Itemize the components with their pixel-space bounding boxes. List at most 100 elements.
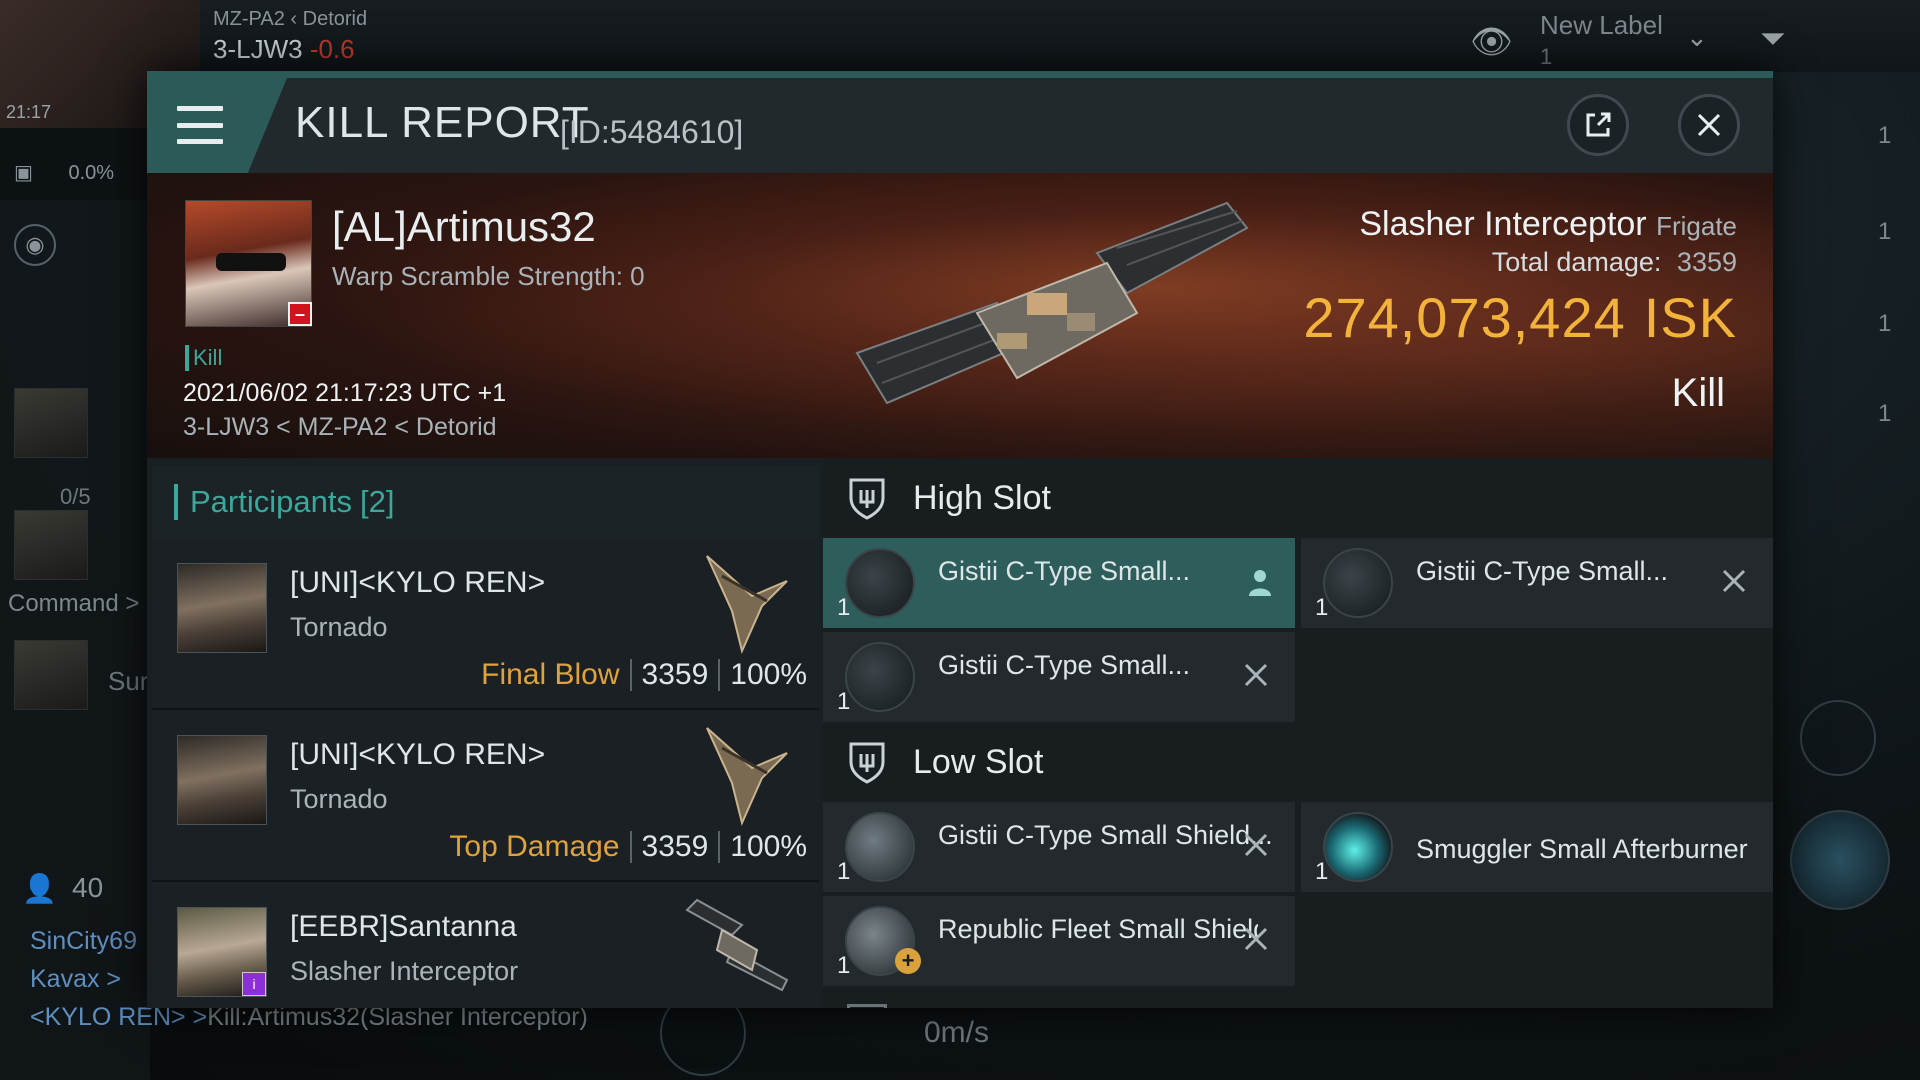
participant-role: Top Damage	[449, 830, 620, 863]
module-quantity: 1	[837, 858, 851, 885]
module-quantity: 1	[1315, 858, 1329, 885]
truncated-label: Sur	[108, 666, 149, 696]
participant-ship: Tornado	[290, 784, 388, 814]
participants-panel[interactable]: Participants [2] [UNI]<KYLO REN> Tornado…	[152, 466, 819, 1008]
participant-avatar[interactable]	[177, 735, 267, 825]
tornado-ship-icon	[706, 555, 788, 655]
turret-icon	[845, 642, 915, 712]
high-slot-grid: 1 Gistii C-Type Small... 1 Gistii C-Type…	[823, 538, 1773, 722]
mid-slot-icon	[847, 1004, 887, 1008]
ship-class: Frigate	[1656, 211, 1737, 241]
destroyed-x-icon	[1244, 927, 1268, 951]
high-slot-title: High Slot	[913, 478, 1051, 517]
ship-type: Slasher Interceptor	[1359, 205, 1647, 243]
command-label[interactable]: Command >	[8, 590, 139, 618]
destroyed-x-icon	[1722, 569, 1746, 593]
isk-value: 274,073,424 ISK	[1303, 285, 1737, 350]
ship-name[interactable]: Slasher Interceptor Frigate	[1359, 205, 1737, 244]
module-item[interactable]: 1 Smuggler Small Afterburner	[1301, 802, 1773, 892]
module-item[interactable]: 1 Gistii C-Type Small...	[823, 632, 1295, 722]
fleet-fraction: 0/5	[60, 484, 91, 509]
empty-slot	[1301, 896, 1773, 986]
module-quantity: 1	[1315, 594, 1329, 621]
high-slot-header: High Slot	[823, 458, 1773, 538]
low-slot-grid: 1 Gistii C-Type Small Shield... 1 Smuggl…	[823, 802, 1773, 986]
participant-name: [EEBR]Santanna	[290, 910, 517, 943]
kill-location: 3-LJW3 < MZ-PA2 < Detorid	[183, 413, 497, 441]
tornado-ship-icon	[706, 727, 788, 827]
participants-count: [2]	[359, 484, 395, 519]
negative-standing-badge: –	[288, 302, 312, 326]
right-count: 1	[1878, 122, 1892, 149]
fleet-member-portrait[interactable]	[14, 510, 88, 580]
turret-icon	[1323, 548, 1393, 618]
chevron-down-icon[interactable]: ⌄	[1686, 22, 1708, 53]
fleet-member-portrait[interactable]	[14, 388, 88, 458]
speed-readout: 0m/s	[924, 1016, 990, 1049]
module-item[interactable]: + 1 Republic Fleet Small Shield...	[823, 896, 1295, 986]
participant-ship: Slasher Interceptor	[290, 956, 519, 986]
module-item[interactable]: 1 Gistii C-Type Small...	[1301, 538, 1773, 628]
fittings-panel[interactable]: High Slot 1 Gistii C-Type Small... 1 Gis…	[823, 458, 1773, 1008]
accent-bar	[174, 484, 178, 520]
isk-amount: 274,073,424	[1303, 286, 1626, 349]
module-name: Republic Fleet Small Shield...	[938, 914, 1258, 944]
module-quantity: 1	[837, 952, 851, 979]
overview-label[interactable]: New Label	[1540, 10, 1663, 41]
right-count: 1	[1878, 400, 1892, 427]
warp-disruptor-icon[interactable]	[1790, 810, 1890, 910]
close-button[interactable]	[1678, 94, 1740, 156]
participant-avatar[interactable]	[177, 563, 267, 653]
participant-role: Final Blow	[481, 658, 620, 691]
module-item[interactable]: 1 Gistii C-Type Small...	[823, 538, 1295, 628]
modal-title: KILL REPORT	[295, 98, 590, 147]
fleet-member-portrait[interactable]	[14, 640, 88, 710]
location-pin-icon[interactable]: ◉	[14, 224, 56, 266]
region-label: Detorid	[302, 8, 368, 30]
participant-stats: Final Blow 3359 100%	[481, 658, 807, 692]
cargo-icon: ▣	[14, 162, 33, 184]
module-name: Gistii C-Type Small...	[1416, 556, 1669, 586]
participant-row[interactable]: [UNI]<KYLO REN> Tornado Final Blow 3359 …	[152, 538, 819, 710]
swap-icon[interactable]	[1800, 700, 1876, 776]
slasher-ship-icon	[685, 898, 789, 992]
warp-scramble-strength: Warp Scramble Strength: 0	[332, 261, 645, 291]
location-breadcrumb[interactable]: MZ-PA2 ‹ Detorid	[213, 8, 367, 31]
module-name: Gistii C-Type Small...	[938, 556, 1191, 586]
total-damage-label: Total damage:	[1491, 247, 1662, 277]
victim-name[interactable]: [AL]Artimus32	[332, 203, 596, 251]
security-status: -0.6	[309, 34, 355, 64]
cargo-percent: 0.0%	[68, 162, 115, 184]
destroyed-x-icon	[1244, 833, 1268, 857]
cargo-indicator[interactable]: ▣ 0.0%	[14, 160, 114, 185]
kill-datetime: 2021/06/02 21:17:23 UTC +1	[183, 379, 507, 407]
eye-icon[interactable]: 👁	[1470, 22, 1526, 61]
participant-percent: 100%	[730, 830, 807, 863]
local-count[interactable]: 👤 40	[22, 872, 103, 904]
divider	[629, 659, 632, 691]
low-slot-icon	[849, 742, 885, 784]
participant-row[interactable]: i [EEBR]Santanna Slasher Interceptor	[152, 882, 819, 1008]
module-item[interactable]: 1 Gistii C-Type Small Shield...	[823, 802, 1295, 892]
system-name[interactable]: 3-LJW3 -0.6	[213, 34, 355, 65]
kill-tag: Kill	[185, 345, 222, 371]
faction-plus-icon: +	[895, 948, 921, 974]
mid-slot-header-partial	[823, 986, 1773, 1008]
right-count: 1	[1878, 310, 1892, 337]
hamburger-menu-icon[interactable]	[177, 106, 223, 144]
destroyed-x-icon	[1244, 663, 1268, 687]
participants-title: Participants	[190, 484, 352, 519]
participant-damage: 3359	[641, 830, 709, 863]
chat-sender: Kavax >	[30, 965, 122, 993]
isk-unit: ISK	[1643, 286, 1737, 349]
filter-icon[interactable]: ⏷	[1760, 20, 1786, 58]
shield-module-icon	[845, 812, 915, 882]
participant-row[interactable]: [UNI]<KYLO REN> Tornado Top Damage 3359 …	[152, 710, 819, 882]
total-damage-value: 3359	[1676, 247, 1737, 277]
person-icon: 👤	[22, 873, 57, 904]
share-button[interactable]	[1567, 94, 1629, 156]
victim-banner: – [AL]Artimus32 Warp Scramble Strength: …	[147, 173, 1773, 458]
divider	[718, 659, 721, 691]
kill-report-modal: KILL REPORT [ID:5484610] – [AL]Artimus32	[147, 71, 1773, 1008]
divider	[718, 831, 721, 863]
